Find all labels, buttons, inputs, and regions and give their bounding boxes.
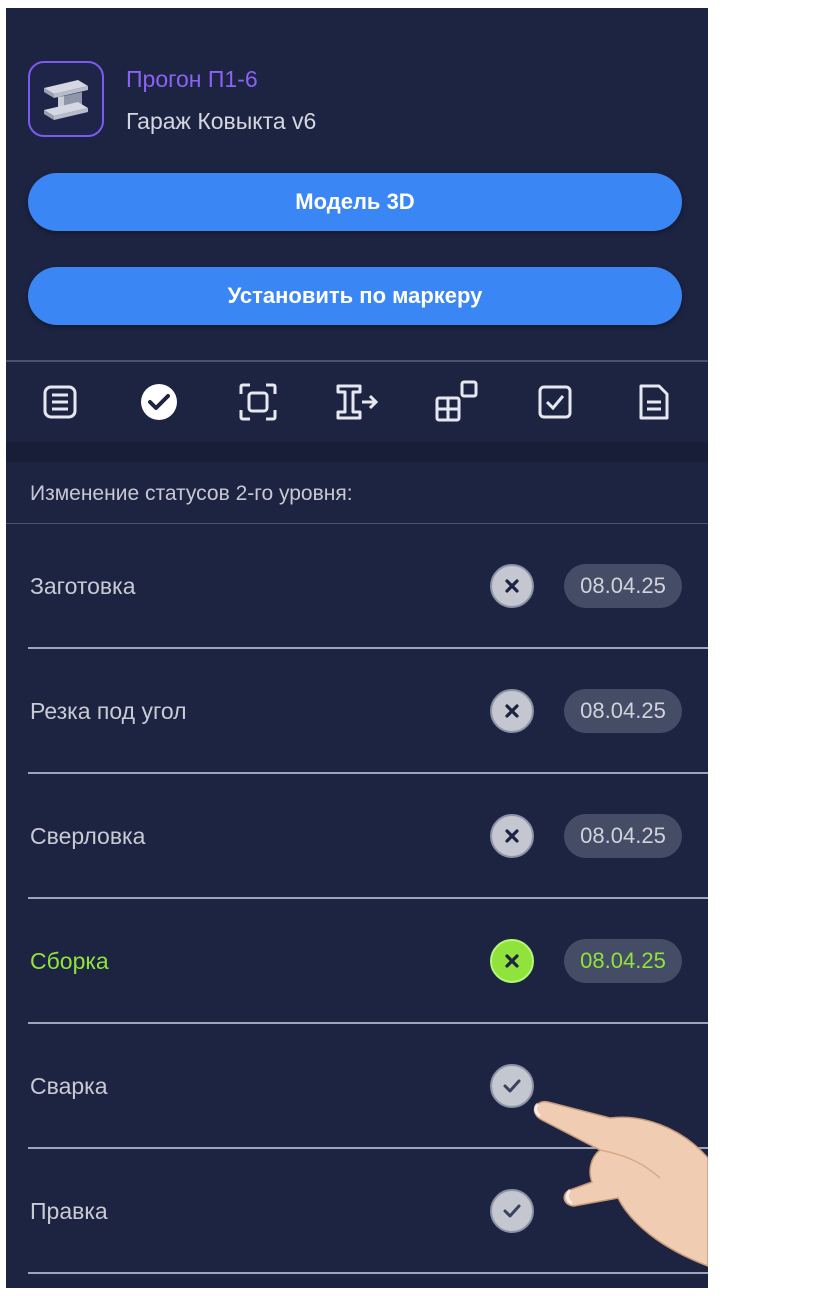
header: Прогон П1-6 Гараж Ковыкта v6 Модель 3D У… [6, 8, 708, 360]
status-label: Сборка [30, 948, 109, 974]
check-icon [503, 1079, 521, 1093]
set-by-marker-button[interactable]: Установить по маркеру [28, 267, 682, 325]
check-icon [503, 1204, 521, 1218]
clear-status-button[interactable] [490, 939, 534, 983]
item-subtitle: Гараж Ковыкта v6 [126, 108, 317, 134]
clear-status-button[interactable] [490, 814, 534, 858]
document-icon [639, 384, 669, 420]
status-row: Сборка 08.04.25 [6, 899, 708, 1024]
tab-checkbox[interactable] [525, 372, 585, 432]
status-label: Сварка [30, 1073, 108, 1099]
section-title: Изменение статусов 2-го уровня: [30, 482, 353, 505]
tab-frame[interactable] [228, 372, 288, 432]
x-icon [505, 954, 519, 968]
model-3d-button[interactable]: Модель 3D [28, 173, 682, 231]
checkbox-icon [538, 385, 572, 419]
beam-export-icon [336, 384, 379, 420]
tab-document[interactable] [624, 372, 684, 432]
tab-bar [6, 362, 708, 442]
set-status-button[interactable] [490, 1064, 534, 1108]
set-status-button[interactable] [490, 1189, 534, 1233]
status-row: Резка под угол 08.04.25 [6, 649, 708, 774]
separator [6, 442, 708, 462]
x-icon [505, 829, 519, 843]
status-label: Сверловка [30, 823, 146, 849]
tab-list[interactable] [30, 372, 90, 432]
x-icon [505, 579, 519, 593]
status-label: Правка [30, 1198, 108, 1224]
status-label: Резка под угол [30, 698, 187, 724]
x-icon [505, 704, 519, 718]
grid-squares-icon [435, 380, 478, 422]
clear-status-button[interactable] [490, 564, 534, 608]
tab-beam-export[interactable] [327, 372, 387, 432]
tab-grid[interactable] [426, 372, 486, 432]
pointing-hand-image [533, 1100, 708, 1267]
frame-icon [239, 383, 277, 421]
status-date-badge[interactable]: 08.04.25 [564, 939, 682, 983]
list-icon [43, 385, 77, 419]
check-circle-icon [140, 384, 177, 420]
item-title: Прогон П1-6 [126, 66, 258, 92]
status-date-badge[interactable]: 08.04.25 [564, 564, 682, 608]
clear-status-button[interactable] [490, 689, 534, 733]
steel-beam-icon [28, 61, 104, 137]
status-label: Заготовка [30, 573, 136, 599]
status-row: Заготовка 08.04.25 [6, 524, 708, 649]
status-date-badge[interactable]: 08.04.25 [564, 689, 682, 733]
phone-screen: Прогон П1-6 Гараж Ковыкта v6 Модель 3D У… [6, 8, 708, 1288]
status-row: Сверловка 08.04.25 [6, 774, 708, 899]
status-date-badge[interactable]: 08.04.25 [564, 814, 682, 858]
tab-statuses[interactable] [129, 372, 189, 432]
